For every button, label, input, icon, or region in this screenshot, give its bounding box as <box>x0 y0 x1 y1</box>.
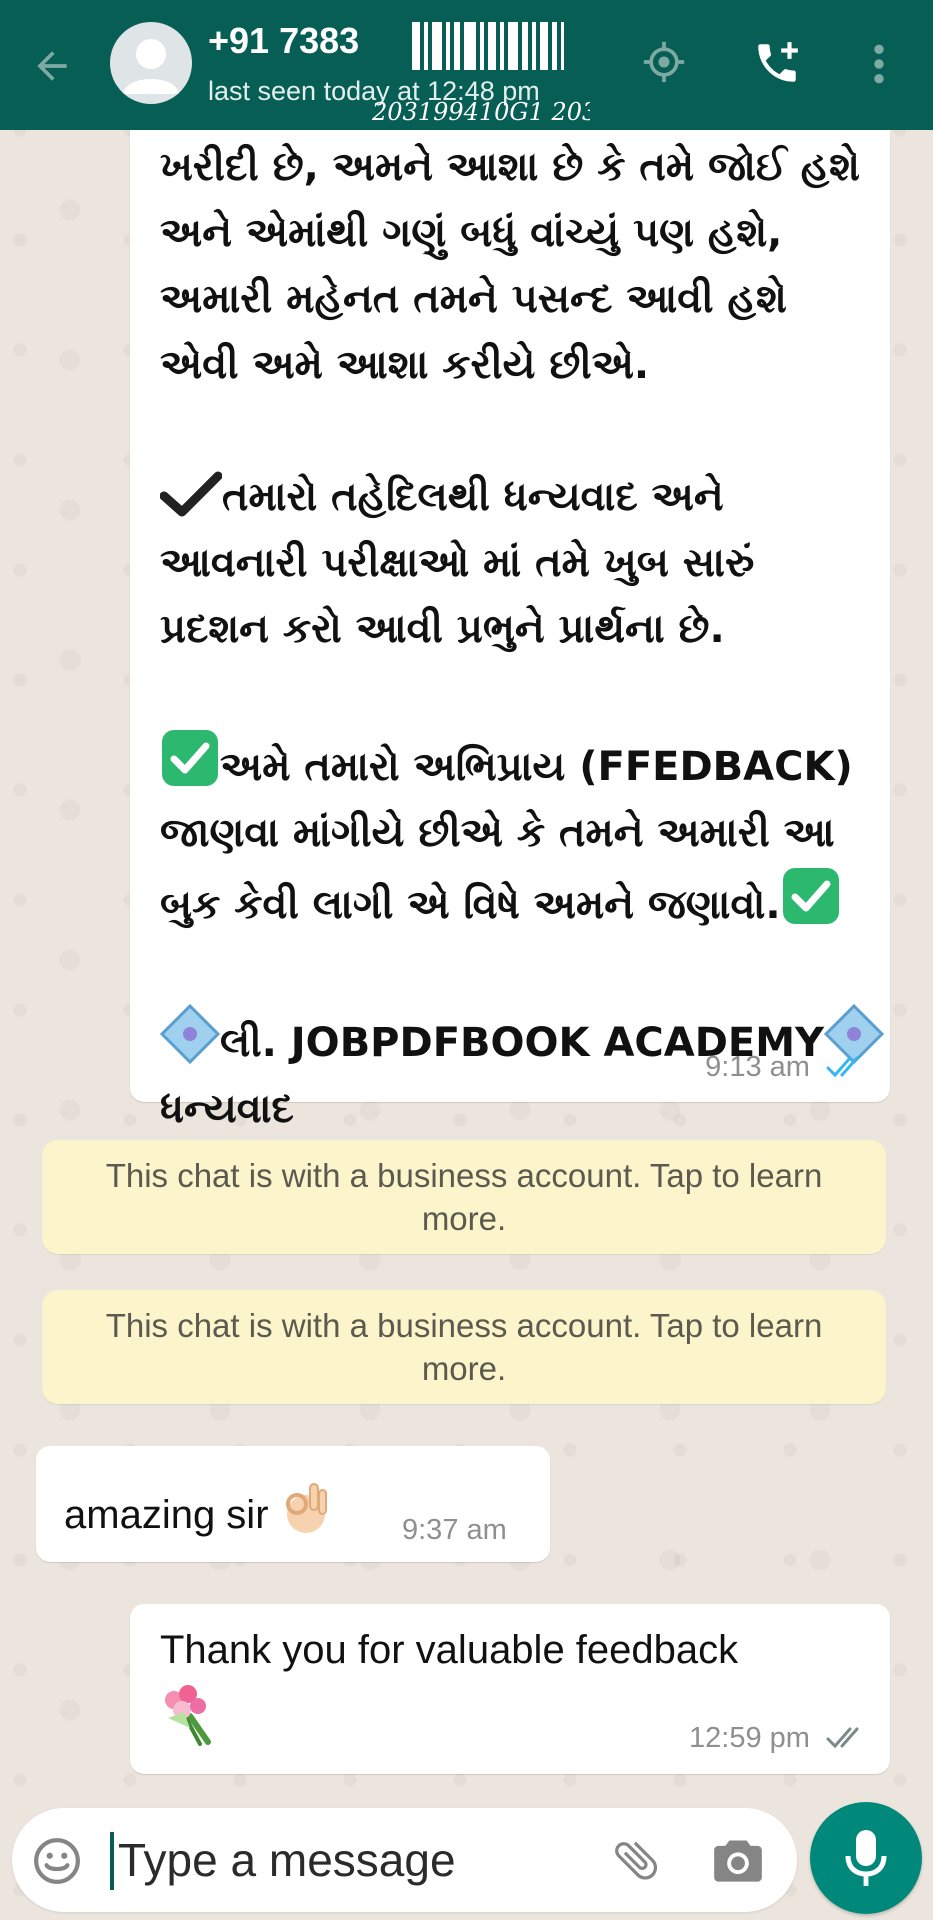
message-time: 9:13 am <box>705 1051 810 1083</box>
message-line: બુક કેવી લાગી એ વિષે અમને જણાવો. <box>160 882 781 928</box>
message-line: જાણવા માંગીયે છીએ કે તમને અમારી આ <box>160 810 835 856</box>
check-mark-icon <box>160 471 222 517</box>
message-line: તમારો તહેદિલથી ધન્યવાદ અને <box>222 474 724 520</box>
business-account-notice[interactable]: This chat is with a business account. Ta… <box>42 1140 886 1254</box>
emoji-icon[interactable] <box>32 1836 82 1886</box>
check-box-icon <box>782 868 839 924</box>
double-check-icon <box>826 1056 859 1078</box>
ok-hand-emoji-icon <box>285 1483 327 1533</box>
add-call-icon[interactable] <box>752 38 802 88</box>
chat-header: +91 7383 last seen today at 12:48 pm 203… <box>0 0 933 130</box>
message-line: આવનારી પરીક્ષાઓ માં તમે ખુબ સારું <box>160 540 755 586</box>
message-line: ખરીદી છે, અમને આશા છે કે તમે જોઈ હશે <box>160 144 861 190</box>
more-vert-icon[interactable] <box>866 42 892 86</box>
message-line: પ્રદશન કરો આવી પ્રભુને પ્રાર્થના છે. <box>160 606 725 652</box>
voice-message-button[interactable] <box>810 1802 922 1914</box>
message-time: 12:59 pm <box>689 1722 810 1754</box>
message-line: અમારી મહેનત તમને પસન્દ આવી હશે <box>160 276 787 322</box>
camera-icon[interactable] <box>712 1836 764 1884</box>
message-input[interactable] <box>118 1826 598 1894</box>
message-text: Thank you for valuable feedback <box>160 1628 739 1672</box>
message-meta: 12:59 pm <box>689 1722 868 1755</box>
message-bubble-outgoing[interactable]: Thank you for valuable feedback 12:59 pm <box>130 1604 890 1774</box>
mic-icon <box>845 1830 887 1886</box>
text-cursor <box>110 1832 114 1890</box>
diamond-icon <box>160 1004 220 1064</box>
message-bubble-incoming[interactable]: amazing sir 9:37 am <box>36 1446 550 1562</box>
message-text: amazing sir <box>64 1493 269 1537</box>
double-check-icon <box>826 1727 859 1749</box>
check-box-icon <box>162 730 218 786</box>
svg-text:203199410G1 203: 203199410G1 203 <box>371 98 590 126</box>
message-time: 9:37 am <box>402 1514 507 1546</box>
message-line: એવી અમે આશા કરીયે છીએ. <box>160 342 650 388</box>
watermark-stamp: 203199410G1 203 <box>371 22 590 126</box>
paperclip-icon[interactable] <box>610 1834 662 1886</box>
default-avatar-icon <box>123 39 179 94</box>
message-bubble-outgoing[interactable]: ખરીદી છે, અમને આશા છે કે તમે જોઈ હશે અને… <box>130 110 890 1132</box>
message-composer <box>12 1808 797 1912</box>
closing-text: ધન્યવાદ <box>160 1086 294 1132</box>
avatar[interactable] <box>110 22 192 104</box>
target-icon[interactable] <box>642 40 686 84</box>
message-meta: 9:13 am <box>705 1051 868 1084</box>
message-line: અમે તમારો અભિપ્રાય (FFEDBACK) <box>220 744 853 790</box>
business-account-notice[interactable]: This chat is with a business account. Ta… <box>42 1290 886 1404</box>
arrow-back-icon[interactable] <box>30 44 74 88</box>
message-line: અને એમાંથી ગણું બધું વાંચ્યું પણ હશે, <box>160 210 783 256</box>
bouquet-emoji-icon <box>165 1685 211 1746</box>
contact-name[interactable]: +91 7383 <box>208 20 359 62</box>
